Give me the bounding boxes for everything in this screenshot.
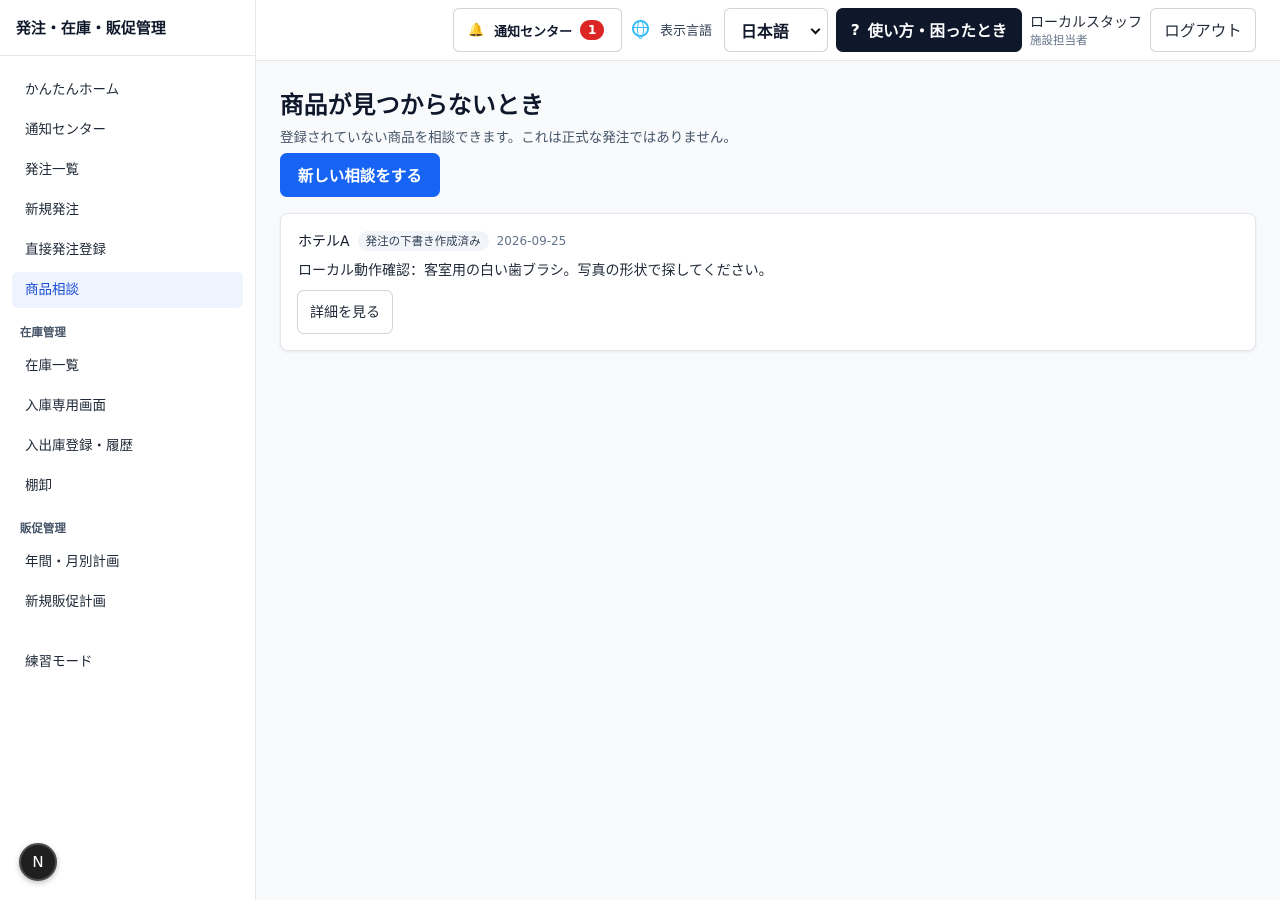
sidebar-item-stocktaking[interactable]: 棚卸	[12, 468, 243, 504]
sidebar-item-inventory-list[interactable]: 在庫一覧	[12, 348, 243, 384]
facility-name: ホテルA	[298, 234, 350, 250]
status-badge: 発注の下書き作成済み	[357, 231, 489, 251]
consultation-card: ホテルA 発注の下書き作成済み 2026-09-25 ローカル動作確認：客室用の…	[280, 213, 1256, 351]
app-title: 発注・在庫・販促管理	[0, 0, 255, 56]
consultation-date: 2026-09-25	[496, 234, 567, 248]
sidebar-item-new-promotion[interactable]: 新規販促計画	[12, 584, 243, 620]
help-button-label: 使い方・困ったとき	[867, 22, 1008, 40]
bell-icon: 🔔	[468, 22, 485, 38]
consultation-card-header: ホテルA 発注の下書き作成済み 2026-09-25	[298, 231, 566, 251]
sidebar-item-product-consultation[interactable]: 商品相談	[12, 272, 243, 308]
sidebar-item-notifications[interactable]: 通知センター	[12, 112, 243, 148]
language-selected-value: 日本語	[741, 22, 790, 41]
notification-count-badge: 1	[580, 20, 605, 40]
sidebar-nav: かんたんホーム 通知センター 発注一覧 新規発注 直接発注登録 商品相談 在庫管…	[0, 56, 255, 700]
language-label: 表示言語	[660, 24, 713, 39]
logout-button[interactable]: ログアウト	[1150, 8, 1256, 52]
sidebar-item-annual-plan[interactable]: 年間・月別計画	[12, 544, 243, 580]
top-bar: 🔔 通知センター 1 表示言語 日本語 ? 使い方・困ったとき ローカルスタッフ…	[256, 0, 1280, 61]
sidebar-section-inventory: 在庫管理	[20, 325, 66, 339]
chevron-down-icon	[810, 24, 821, 35]
globe-icon	[632, 20, 649, 39]
sidebar-item-stock-history[interactable]: 入出庫登録・履歴	[12, 428, 243, 464]
help-button[interactable]: ? 使い方・困ったとき	[836, 8, 1022, 52]
sidebar-item-direct-order[interactable]: 直接発注登録	[12, 232, 243, 268]
sidebar-item-new-order[interactable]: 新規発注	[12, 192, 243, 228]
page-title: 商品が見つからないとき	[280, 91, 544, 119]
user-role: 施設担当者	[1030, 33, 1088, 47]
sidebar: 発注・在庫・販促管理 かんたんホーム 通知センター 発注一覧 新規発注 直接発注…	[0, 0, 256, 900]
sidebar-section-promotion: 販促管理	[20, 521, 66, 535]
sidebar-item-home[interactable]: かんたんホーム	[12, 72, 243, 108]
page-subtitle: 登録されていない商品を相談できます。これは正式な発注ではありません。	[280, 130, 737, 146]
notification-center-label: 通知センター	[494, 24, 573, 40]
view-details-button[interactable]: 詳細を見る	[297, 290, 393, 334]
language-select[interactable]: 日本語	[724, 8, 828, 52]
new-consultation-button[interactable]: 新しい相談をする	[280, 153, 440, 197]
notification-center-button[interactable]: 🔔 通知センター 1	[453, 8, 622, 52]
user-name: ローカルスタッフ	[1030, 15, 1142, 31]
question-icon: ?	[850, 21, 860, 39]
consultation-description: ローカル動作確認：客室用の白い歯ブラシ。写真の形状で探してください。	[298, 263, 773, 279]
dev-tools-badge[interactable]: N	[19, 843, 57, 881]
sidebar-item-order-list[interactable]: 発注一覧	[12, 152, 243, 188]
sidebar-item-receiving[interactable]: 入庫専用画面	[12, 388, 243, 424]
sidebar-item-practice-mode[interactable]: 練習モード	[12, 644, 243, 680]
